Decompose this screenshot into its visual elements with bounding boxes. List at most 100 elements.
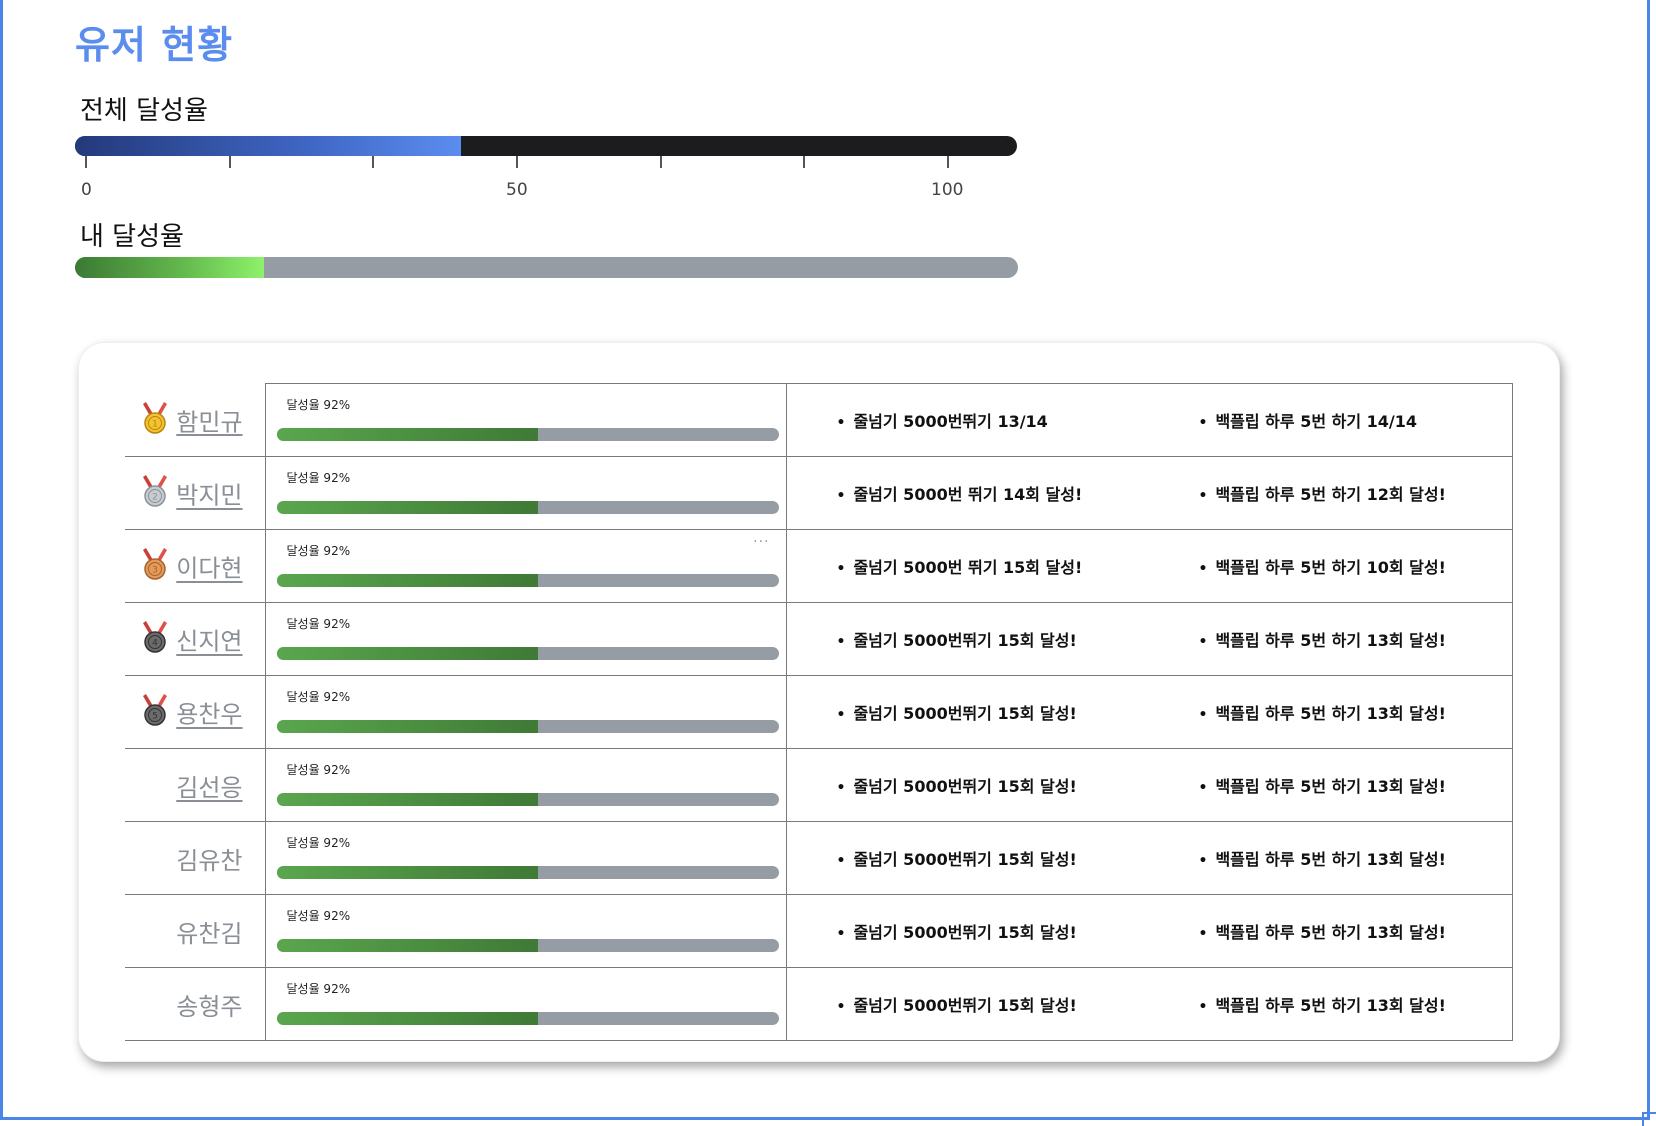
rate-cell: 달성율 92% — [265, 602, 787, 676]
bullet-icon: • — [1198, 707, 1208, 723]
bullet-icon: • — [836, 634, 846, 650]
rate-fill — [276, 793, 538, 806]
rate-label: 달성율 92% — [286, 909, 351, 923]
overall-rate-bar — [75, 136, 1017, 156]
user-name: 김유찬 — [176, 846, 243, 875]
bullet-icon: • — [1198, 780, 1208, 796]
user-cell: 4 신지연 — [125, 602, 266, 676]
user-cell: 유찬김 — [125, 894, 266, 968]
user-cell: 송형주 — [125, 967, 266, 1041]
goal-text: 백플립 하루 5번 하기 13회 달성! — [1215, 704, 1446, 723]
overall-rate-label: 전체 달성율 — [80, 96, 208, 126]
rate-fill — [276, 428, 538, 441]
ranking-row: 유찬김 달성율 92% • 줄넘기 5000번뛰기 15회 달성! • 백플립 하루 5번… — [125, 894, 1513, 968]
rate-bar — [276, 647, 779, 660]
user-name[interactable]: 용찬우 — [176, 701, 242, 729]
svg-text:2: 2 — [152, 493, 158, 503]
goal-item: • 줄넘기 5000번뛰기 13/14 — [837, 408, 1048, 432]
goal-text: 줄넘기 5000번뛰기 15회 달성! — [853, 631, 1077, 650]
rate-cell: 달성율 92% — [265, 748, 787, 822]
rate-bar — [276, 939, 779, 952]
rate-bar — [276, 866, 779, 879]
rate-label: 달성율 92% — [286, 398, 351, 412]
bullet-icon: • — [836, 780, 846, 796]
goal-text: 백플립 하루 5번 하기 10회 달성! — [1215, 558, 1446, 577]
ranking-row: 2 박지민 달성율 92% • 줄넘기 5000번 뛰기 14회 달성! • 백플립 하루 … — [125, 456, 1513, 530]
axis-tick-label: 50 — [506, 180, 528, 200]
goal-item: • 줄넘기 5000번뛰기 15회 달성! — [837, 773, 1077, 797]
ranking-row: 3 이다현 달성율 92% ··· • 줄넘기 5000번 뛰기 15회 달성! • 백플립 … — [125, 529, 1513, 603]
user-name[interactable]: 김선응 — [176, 774, 242, 802]
goal-item: • 백플립 하루 5번 하기 13회 달성! — [1199, 700, 1446, 724]
user-name[interactable]: 신지연 — [176, 628, 242, 656]
rate-cell: 달성율 92% — [265, 456, 787, 530]
goal-item: • 백플립 하루 5번 하기 13회 달성! — [1199, 846, 1446, 870]
user-name[interactable]: 이다현 — [176, 555, 242, 583]
goal-item: • 백플립 하루 5번 하기 13회 달성! — [1199, 919, 1446, 943]
goal-text: 백플립 하루 5번 하기 13회 달성! — [1215, 850, 1446, 869]
ranking-card: 1 함민규 달성율 92% • 줄넘기 5000번뛰기 13/14 • 백플립 하루 5번 … — [78, 342, 1560, 1062]
goal-item: • 백플립 하루 5번 하기 13회 달성! — [1199, 627, 1446, 651]
rate-bar — [276, 1012, 779, 1025]
axis-tick — [516, 156, 518, 168]
axis-tick — [372, 156, 375, 168]
svg-text:4: 4 — [152, 639, 158, 649]
rate-cell: 달성율 92% — [265, 967, 787, 1041]
ranking-row: 1 함민규 달성율 92% • 줄넘기 5000번뛰기 13/14 • 백플립 하루 5번 … — [125, 383, 1513, 457]
corner-resize-handle[interactable] — [1642, 1112, 1656, 1126]
axis-tick-label: 100 — [931, 180, 964, 200]
rate-cell: 달성율 92% ··· — [265, 529, 787, 603]
bullet-icon: • — [1198, 853, 1208, 869]
goals-cell: • 줄넘기 5000번뛰기 15회 달성! • 백플립 하루 5번 하기 13회 달성… — [786, 675, 1513, 749]
rate-label: 달성율 92% — [286, 617, 351, 631]
user-cell: 2 박지민 — [125, 456, 266, 530]
user-cell: 5 용찬우 — [125, 675, 266, 749]
gold-medal-icon: 1 — [140, 401, 170, 438]
goal-text: 백플립 하루 5번 하기 13회 달성! — [1215, 777, 1446, 796]
rate-bar — [276, 428, 779, 441]
rate-bar — [276, 501, 779, 514]
goals-cell: • 줄넘기 5000번뛰기 15회 달성! • 백플립 하루 5번 하기 13회 달성… — [786, 967, 1513, 1041]
user-name[interactable]: 함민규 — [176, 408, 242, 436]
rate-fill — [276, 501, 538, 514]
goal-text: 줄넘기 5000번뛰기 15회 달성! — [853, 996, 1077, 1015]
user-name[interactable]: 박지민 — [176, 482, 242, 510]
rate-bar — [276, 720, 779, 733]
dark-medal-icon: 4 — [140, 621, 170, 657]
rate-cell: 달성율 92% — [265, 383, 787, 457]
user-cell: 3 이다현 — [125, 529, 266, 603]
rate-bar — [276, 574, 779, 587]
bullet-icon: • — [1198, 999, 1208, 1015]
goals-cell: • 줄넘기 5000번뛰기 15회 달성! • 백플립 하루 5번 하기 13회 달성… — [786, 894, 1513, 968]
goals-cell: • 줄넘기 5000번뛰기 15회 달성! • 백플립 하루 5번 하기 13회 달성… — [786, 748, 1513, 822]
ranking-table: 1 함민규 달성율 92% • 줄넘기 5000번뛰기 13/14 • 백플립 하루 5번 … — [125, 383, 1513, 1041]
svg-text:3: 3 — [152, 566, 158, 576]
more-options-icon[interactable]: ··· — [753, 534, 769, 550]
goal-item: • 줄넘기 5000번 뛰기 14회 달성! — [837, 481, 1083, 505]
goal-text: 백플립 하루 5번 하기 13회 달성! — [1215, 923, 1446, 942]
bullet-icon: • — [836, 707, 846, 723]
rate-fill — [276, 939, 538, 952]
goal-item: • 백플립 하루 5번 하기 12회 달성! — [1199, 481, 1446, 505]
rate-label: 달성율 92% — [286, 982, 351, 996]
axis-tick — [85, 156, 87, 168]
bullet-icon: • — [836, 488, 846, 504]
bullet-icon: • — [836, 415, 846, 431]
rate-fill — [276, 1012, 538, 1025]
my-rate-label: 내 달성율 — [80, 222, 184, 252]
svg-text:5: 5 — [152, 712, 158, 722]
ranking-row: 5 용찬우 달성율 92% • 줄넘기 5000번뛰기 15회 달성! • 백플립 하루 5… — [125, 675, 1513, 749]
goals-cell: • 줄넘기 5000번뛰기 15회 달성! • 백플립 하루 5번 하기 13회 달성… — [786, 821, 1513, 895]
goal-text: 줄넘기 5000번뛰기 15회 달성! — [853, 923, 1077, 942]
goals-cell: • 줄넘기 5000번뛰기 15회 달성! • 백플립 하루 5번 하기 13회 달성… — [786, 602, 1513, 676]
rate-fill — [276, 720, 538, 733]
goal-item: • 백플립 하루 5번 하기 13회 달성! — [1199, 773, 1446, 797]
bullet-icon: • — [1198, 415, 1208, 431]
goal-item: • 줄넘기 5000번뛰기 15회 달성! — [837, 700, 1077, 724]
axis-tick — [659, 156, 662, 168]
goals-cell: • 줄넘기 5000번 뛰기 15회 달성! • 백플립 하루 5번 하기 10회 달… — [786, 529, 1513, 603]
rate-label: 달성율 92% — [286, 544, 351, 558]
goal-item: • 줄넘기 5000번 뛰기 15회 달성! — [837, 554, 1083, 578]
goal-item: • 백플립 하루 5번 하기 14/14 — [1199, 408, 1418, 432]
rate-fill — [276, 866, 538, 879]
